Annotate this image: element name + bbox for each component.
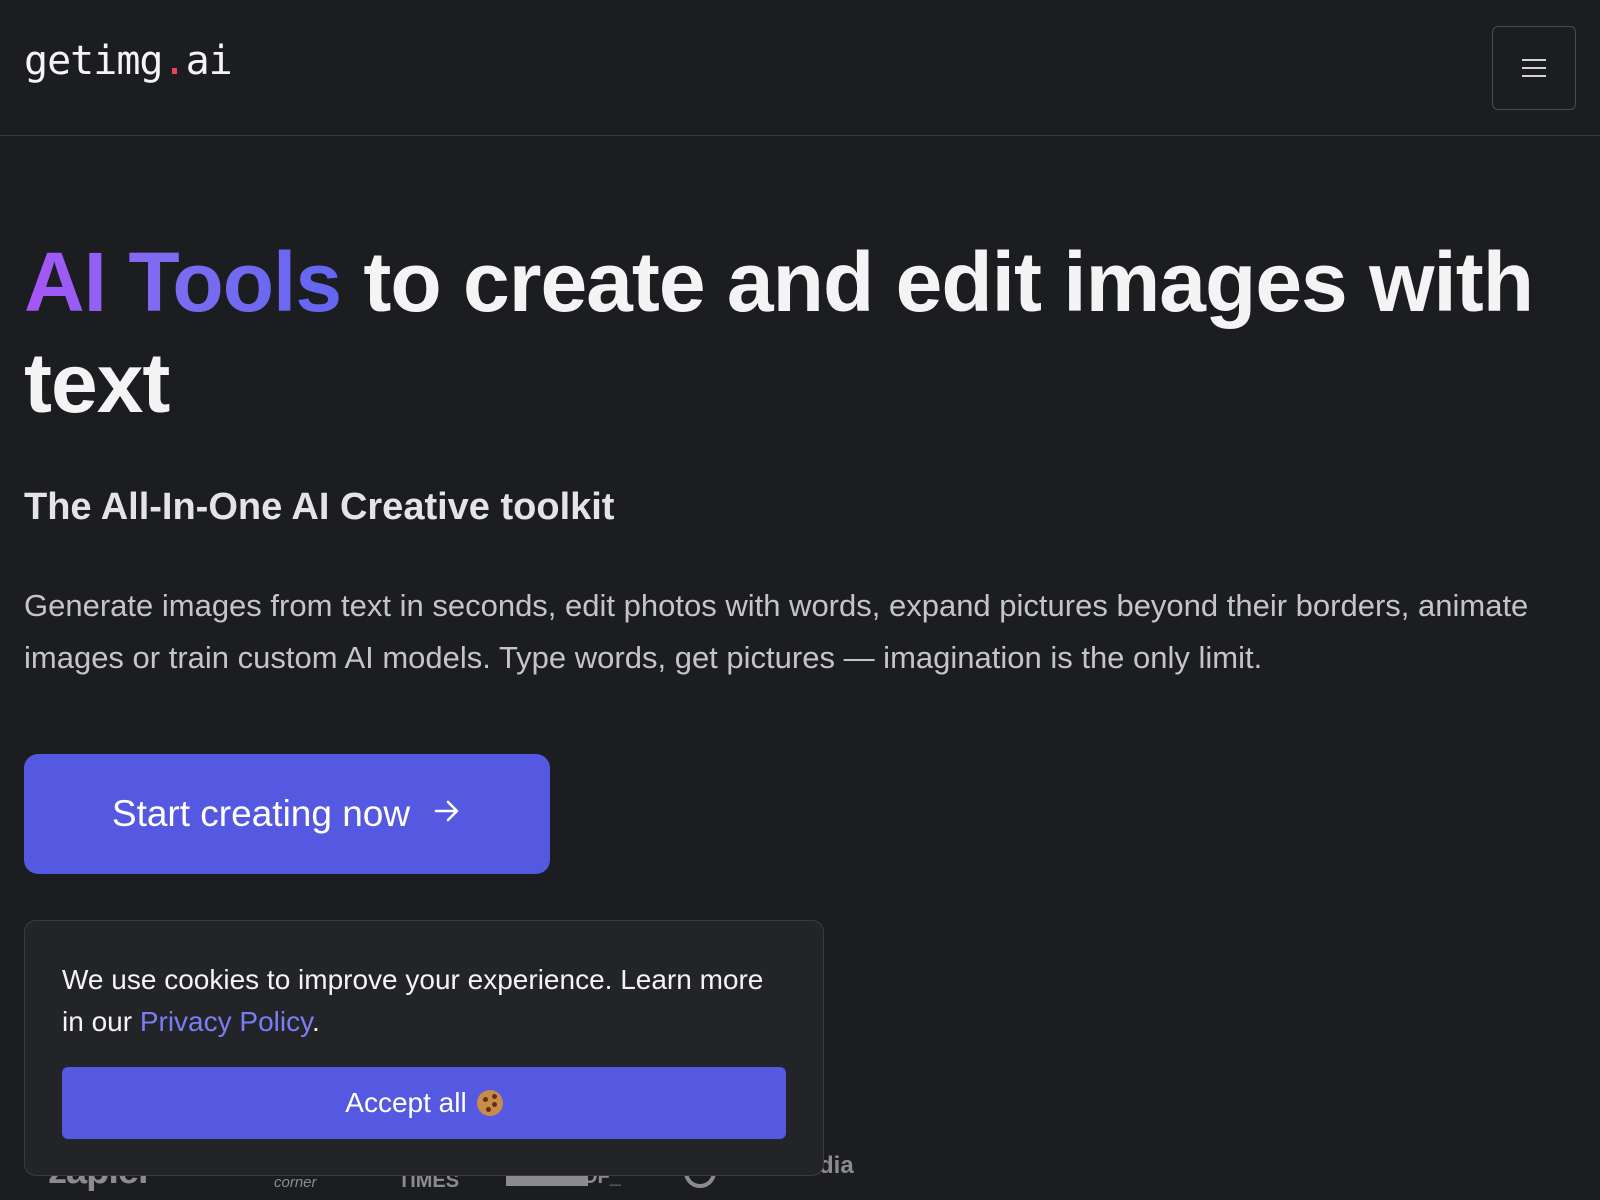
partner-logo-corner: corner — [274, 1174, 317, 1191]
page: getimg.ai AI Tools to create and edit im… — [0, 0, 1600, 1200]
logo-dot: . — [162, 38, 187, 84]
logo-suffix: ai — [185, 38, 233, 84]
hero-title-highlight: AI Tools — [24, 235, 342, 329]
getimg-logo[interactable]: getimg.ai — [24, 38, 233, 84]
hamburger-menu-icon — [1522, 59, 1546, 77]
accept-all-label: Accept all — [345, 1087, 467, 1118]
hero-title: AI Tools to create and edit images with … — [24, 232, 1584, 434]
hero-description: Generate images from text in seconds, ed… — [24, 588, 1529, 675]
start-creating-button[interactable]: Start creating now — [24, 754, 550, 874]
cookie-banner: We use cookies to improve your experienc… — [24, 920, 824, 1176]
hero-tagline: The All-In-One AI Creative toolkit — [24, 486, 615, 528]
site-header: getimg.ai — [0, 0, 1600, 136]
cookie-text-after: . — [312, 1006, 320, 1037]
menu-button[interactable] — [1492, 26, 1576, 110]
accept-all-button[interactable]: Accept all — [62, 1067, 786, 1139]
cookie-message: We use cookies to improve your experienc… — [62, 959, 782, 1043]
cookie-icon — [476, 1090, 503, 1116]
privacy-policy-link[interactable]: Privacy Policy — [140, 1006, 312, 1037]
arrow-right-icon — [432, 793, 462, 835]
partner-logo-dia: dia — [819, 1152, 854, 1179]
start-creating-label: Start creating now — [111, 793, 411, 834]
logo-main: getimg — [24, 38, 163, 84]
